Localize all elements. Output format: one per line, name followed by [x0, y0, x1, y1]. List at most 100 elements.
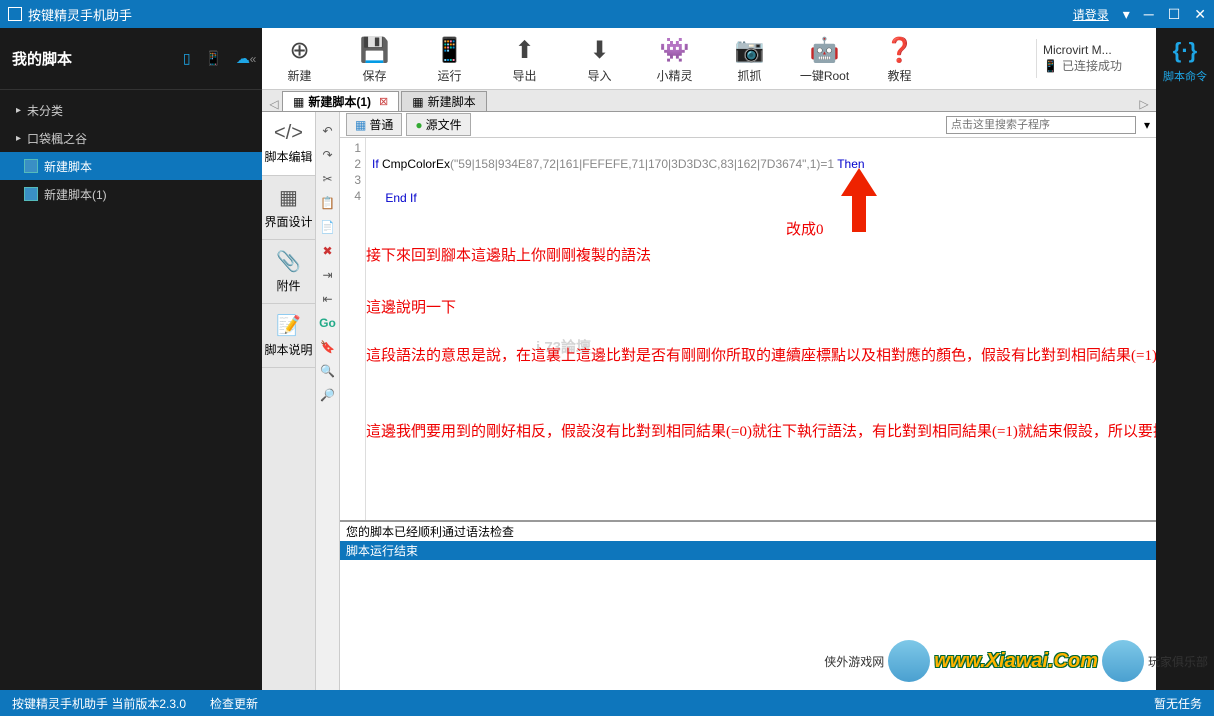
- braces-icon: {·}: [1173, 38, 1197, 64]
- document-tabs: ◁ ▦新建脚本(1)⊠ ▦新建脚本 ▷: [262, 90, 1156, 112]
- close-button[interactable]: ✕: [1194, 6, 1206, 23]
- import-icon: ⬇: [562, 33, 637, 67]
- file-icon: ▦: [293, 95, 304, 109]
- save-icon: 💾: [337, 33, 412, 67]
- plus-icon: ⊕: [262, 33, 337, 67]
- tool-tutorial[interactable]: ❓教程: [862, 33, 937, 84]
- script-tree: 未分类 口袋楓之谷 新建脚本 新建脚本(1): [0, 90, 262, 214]
- device-phone-icon[interactable]: 📱: [205, 50, 222, 67]
- bug-icon: 👾: [637, 33, 712, 67]
- tool-root[interactable]: 🤖一键Root: [787, 33, 862, 84]
- tab-nav-right[interactable]: ▷: [1136, 97, 1152, 111]
- search-dropdown-icon[interactable]: ▾: [1144, 118, 1150, 132]
- sidebar-title: 我的脚本: [12, 48, 183, 69]
- doc-tab[interactable]: ▦新建脚本: [401, 91, 486, 111]
- go-button[interactable]: Go: [318, 312, 338, 334]
- brand-logo-icon: [888, 640, 930, 682]
- android-icon: 🤖: [787, 33, 862, 67]
- redo-button[interactable]: ↷: [318, 144, 338, 166]
- cut-button[interactable]: ✂: [318, 168, 338, 190]
- annotation-arrow-label: 改成0: [786, 218, 824, 242]
- device-status: 📱已连接成功: [1043, 57, 1150, 74]
- right-panel[interactable]: {·} 脚本命令: [1156, 28, 1214, 690]
- sidebar: 我的脚本 ▯ 📱 ☁ « 未分类 口袋楓之谷 新建脚本 新建脚本(1): [0, 28, 262, 690]
- vtab-script-edit[interactable]: </>脚本编辑: [262, 112, 315, 176]
- code-icon: </>: [274, 122, 303, 145]
- version-label: 按键精灵手机助手 当前版本2.3.0: [12, 695, 186, 712]
- code-area[interactable]: 1234 If CmpColorEx("59|158|934E87,72|161…: [340, 138, 1156, 520]
- annotation-3: 這段語法的意思是說，在這裏上這邊比對是否有剛剛你所取的連續座標點以及相對應的顏色…: [366, 344, 1076, 368]
- line-gutter: 1234: [340, 138, 366, 520]
- device-info[interactable]: Microvirt M... 📱已连接成功: [1036, 39, 1156, 78]
- tool-import[interactable]: ⬇导入: [562, 33, 637, 84]
- sidebar-header: 我的脚本 ▯ 📱 ☁ «: [0, 28, 262, 90]
- paste-button[interactable]: 📄: [318, 216, 338, 238]
- camera-icon: 📷: [712, 33, 787, 67]
- dropdown-icon[interactable]: ▾: [1123, 6, 1130, 23]
- maximize-button[interactable]: ☐: [1168, 6, 1181, 23]
- phone-small-icon: 📱: [1043, 59, 1058, 73]
- phone-icon: 📱: [412, 33, 487, 67]
- brand-logo-icon: [1102, 640, 1144, 682]
- zoom-button[interactable]: 🔎: [318, 384, 338, 406]
- outdent-button[interactable]: ⇤: [318, 288, 338, 310]
- undo-button[interactable]: ↶: [318, 120, 338, 142]
- device-file-icon[interactable]: ▯: [183, 50, 191, 67]
- vtab-ui-design[interactable]: ▦界面设计: [262, 176, 315, 240]
- tool-wizard[interactable]: 👾小精灵: [637, 33, 712, 84]
- indent-button[interactable]: ⇥: [318, 264, 338, 286]
- search-subroutine-input[interactable]: [946, 116, 1136, 134]
- view-source-tab[interactable]: ●源文件: [406, 113, 470, 136]
- tool-export[interactable]: ⬆导出: [487, 33, 562, 84]
- file-icon: ▦: [412, 95, 423, 109]
- annotation-2: 這邊說明一下: [366, 296, 456, 320]
- minimize-button[interactable]: ─: [1144, 6, 1154, 22]
- attachment-icon: 📎: [276, 249, 301, 274]
- export-icon: ⬆: [487, 33, 562, 67]
- src-icon: ●: [415, 118, 422, 132]
- tab-close-icon[interactable]: ⊠: [379, 95, 388, 108]
- login-link[interactable]: 请登录: [1073, 6, 1109, 23]
- title-bar: 按键精灵手机助手 请登录 ▾ ─ ☐ ✕: [0, 0, 1214, 28]
- vtab-description[interactable]: 📝脚本说明: [262, 304, 315, 368]
- tool-new[interactable]: ⊕新建: [262, 33, 337, 84]
- sidebar-collapse-icon[interactable]: «: [246, 28, 260, 90]
- help-icon: ❓: [862, 33, 937, 67]
- app-title: 按键精灵手机助手: [28, 5, 1073, 24]
- tool-save[interactable]: 💾保存: [337, 33, 412, 84]
- bookmark-button[interactable]: 🔖: [318, 336, 338, 358]
- mini-toolbar: ↶ ↷ ✂ 📋 📄 ✖ ⇥ ⇤ Go 🔖 🔍 🔎: [316, 112, 340, 690]
- right-panel-label: 脚本命令: [1163, 68, 1207, 84]
- device-name: Microvirt M...: [1043, 43, 1150, 57]
- brand-url: www.Xiawai.Com: [934, 650, 1098, 673]
- file-icon: [24, 187, 38, 201]
- tasks-label: 暂无任务: [1154, 695, 1202, 712]
- main-toolbar: ⊕新建 💾保存 📱运行 ⬆导出 ⬇导入 👾小精灵 📷抓抓 🤖一键Root ❓教程…: [262, 28, 1156, 90]
- tree-file-newscript1[interactable]: 新建脚本(1): [0, 180, 262, 208]
- app-icon: [8, 7, 22, 21]
- console-line-selected[interactable]: 脚本运行结束: [340, 541, 1156, 560]
- file-icon: [24, 159, 38, 173]
- tool-run[interactable]: 📱运行: [412, 33, 487, 84]
- find-button[interactable]: 🔍: [318, 360, 338, 382]
- check-update-link[interactable]: 检查更新: [210, 695, 258, 712]
- copy-button[interactable]: 📋: [318, 192, 338, 214]
- code-editor: ▦普通 ●源文件 ▾ 1234 If CmpColorEx("59|158|93…: [340, 112, 1156, 690]
- branding: 侠外游戏网 www.Xiawai.Com 玩家俱乐部: [824, 638, 1208, 684]
- tree-folder-pocket[interactable]: 口袋楓之谷: [0, 124, 262, 152]
- delete-button[interactable]: ✖: [318, 240, 338, 262]
- tab-nav-left[interactable]: ◁: [266, 97, 282, 111]
- tree-file-newscript[interactable]: 新建脚本: [0, 152, 262, 180]
- vtab-attachment[interactable]: 📎附件: [262, 240, 315, 304]
- tool-capture[interactable]: 📷抓抓: [712, 33, 787, 84]
- annotation-4: 這邊我們要用到的剛好相反，假設沒有比對到相同結果(=0)就往下執行語法，有比對到…: [366, 420, 1076, 444]
- view-normal-tab[interactable]: ▦普通: [346, 113, 402, 136]
- vertical-tabs: </>脚本编辑 ▦界面设计 📎附件 📝脚本说明: [262, 112, 316, 690]
- doc-tab-active[interactable]: ▦新建脚本(1)⊠: [282, 91, 399, 111]
- status-bar: 按键精灵手机助手 当前版本2.3.0 检查更新 暂无任务: [0, 690, 1214, 716]
- doc-icon: 📝: [276, 313, 301, 338]
- tree-folder-uncategorized[interactable]: 未分类: [0, 96, 262, 124]
- layout-icon: ▦: [279, 185, 298, 210]
- console-line: 您的脚本已经顺利通过语法检查: [340, 522, 1156, 541]
- grid-icon: ▦: [355, 118, 366, 132]
